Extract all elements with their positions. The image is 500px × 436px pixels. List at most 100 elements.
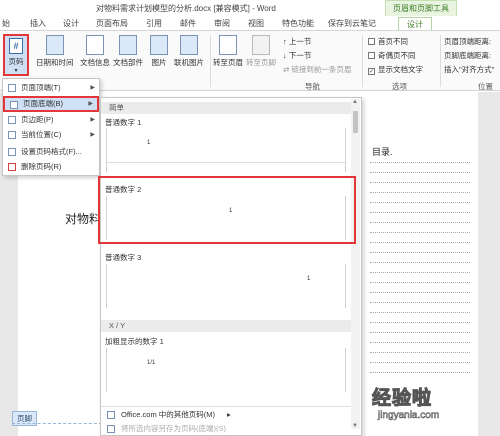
insert-align-label: 插入"对齐方式" xyxy=(444,65,495,74)
menu-item-current-position[interactable]: 当前位置(C) ▶ xyxy=(3,128,99,142)
tab-page-layout[interactable]: 页面布局 xyxy=(96,18,128,29)
toc-line xyxy=(370,272,470,273)
goto-header-label: 转至页眉 xyxy=(213,58,243,67)
page-number-gallery: 简单 普通数字 1 1 普通数字 2 1 普通数字 3 1 X / Y 加粗显示… xyxy=(100,97,363,436)
online-picture-button[interactable]: 联机图片 xyxy=(174,35,204,68)
menu-item-label: 页边距(P) xyxy=(21,115,54,124)
checkbox-checked-icon: ✓ xyxy=(368,68,375,75)
first-page-checkbox[interactable]: 首页不同 xyxy=(368,36,408,47)
page-number-label: 页码 xyxy=(8,57,24,66)
toc-line xyxy=(370,332,470,333)
header-top-label: 页眉顶端距离: xyxy=(444,37,492,46)
goto-footer-icon xyxy=(252,35,270,55)
page-number-icon: # xyxy=(9,38,23,54)
menu-item-format-page-numbers[interactable]: 设置页码格式(F)... xyxy=(3,145,99,159)
toc-line xyxy=(370,202,470,203)
doc-info-button[interactable]: 文档信息 xyxy=(80,35,110,68)
page-number-menu: 页面顶端(T) ▶ 页面底端(B) ▶ 页边距(P) ▶ 当前位置(C) ▶ 设… xyxy=(2,78,100,176)
prev-section-label: 上一节 xyxy=(288,37,312,46)
toc-line xyxy=(370,232,470,233)
next-section-button[interactable]: ↓ 下一节 xyxy=(283,50,311,61)
picture-label: 图片 xyxy=(151,58,167,67)
checkbox-icon xyxy=(368,38,375,45)
doc-info-icon xyxy=(86,35,104,55)
tab-header-footer-design[interactable]: 设计 xyxy=(398,17,432,30)
scroll-down-icon[interactable]: ▼ xyxy=(352,423,358,429)
tab-insert[interactable]: 插入 xyxy=(30,18,46,29)
gallery-section-xy: X / Y xyxy=(101,320,351,332)
odd-even-label: 奇偶页不同 xyxy=(378,51,416,60)
picture-button[interactable]: 图片 xyxy=(150,35,168,68)
odd-even-checkbox[interactable]: 奇偶页不同 xyxy=(368,50,416,61)
header-top-distance[interactable]: 页眉顶端距离: xyxy=(444,36,491,47)
page-number-mark: 1 xyxy=(147,140,151,146)
menu-item-remove-page-numbers[interactable]: 删除页码(R) xyxy=(3,160,99,174)
goto-header-icon xyxy=(219,35,237,55)
gallery-item-plain-number-1[interactable]: 1 xyxy=(106,128,346,172)
checkbox-icon xyxy=(368,52,375,59)
more-page-numbers-office-com[interactable]: Office.com 中的其他页码(M) ▸ xyxy=(101,408,361,421)
tab-design[interactable]: 设计 xyxy=(63,18,79,29)
tab-cloud-notes[interactable]: 保存到云笔记 xyxy=(328,18,376,29)
insert-align-tab-button[interactable]: 插入"对齐方式" xyxy=(444,64,494,75)
toc-line xyxy=(370,372,470,373)
toc-line xyxy=(370,192,470,193)
watermark: 经验啦 jingyanla.com xyxy=(371,383,439,422)
position-group-label: 位置 xyxy=(478,82,493,91)
date-time-button[interactable]: 日期和时间 xyxy=(36,35,74,68)
gallery-scrollbar[interactable]: ▲ ▼ xyxy=(351,99,360,429)
scroll-up-icon[interactable]: ▲ xyxy=(352,99,358,105)
link-previous-button[interactable]: ⇄ 链接到前一条页眉 xyxy=(283,64,351,75)
gallery-section-simple: 简单 xyxy=(101,102,351,114)
menu-item-label: 删除页码(R) xyxy=(21,162,62,171)
doc-parts-icon xyxy=(119,35,137,55)
page-bottom-icon xyxy=(10,101,18,109)
window-title: 对物料需求计划模型的分析.docx [兼容模式] - Word xyxy=(96,4,276,13)
tab-view[interactable]: 视图 xyxy=(248,18,264,29)
current-position-icon xyxy=(8,131,16,139)
first-page-label: 首页不同 xyxy=(378,37,408,46)
doc-parts-button[interactable]: 文档部件 xyxy=(113,35,143,68)
tab-home[interactable]: 始 xyxy=(2,18,10,29)
gallery-item-label: 普通数字 1 xyxy=(105,118,142,127)
gallery-item-bold-number-1[interactable]: 1/1 xyxy=(106,348,346,392)
page-number-button[interactable]: # 页码 ▾ xyxy=(3,34,29,76)
link-previous-label: 链接到前一条页眉 xyxy=(291,65,352,74)
chevron-right-icon: ▶ xyxy=(88,101,93,107)
toc-line xyxy=(370,242,470,243)
prev-section-button[interactable]: ↑ 上一节 xyxy=(283,36,311,47)
toc-title: 目录. xyxy=(372,147,393,157)
goto-footer-button[interactable]: 转至页脚 xyxy=(246,35,276,68)
gallery-item-label: 加粗显示的数字 1 xyxy=(105,337,164,346)
menu-item-bottom-of-page[interactable]: 页面底端(B) ▶ xyxy=(3,96,99,112)
show-text-checkbox[interactable]: ✓ 显示文档文字 xyxy=(368,64,423,75)
footer-bottom-distance[interactable]: 页脚底端距离: xyxy=(444,50,491,61)
goto-header-button[interactable]: 转至页眉 xyxy=(213,35,243,68)
tab-references[interactable]: 引用 xyxy=(146,18,162,29)
menu-item-top-of-page[interactable]: 页面顶端(T) ▶ xyxy=(3,81,99,95)
page-number-mark: 1/1 xyxy=(147,360,156,366)
thumb-divider xyxy=(107,162,345,163)
tab-review[interactable]: 审阅 xyxy=(214,18,230,29)
tab-features[interactable]: 特色功能 xyxy=(282,18,314,29)
ribbon-divider xyxy=(440,35,441,87)
toc-line xyxy=(370,252,470,253)
chevron-down-icon: ▾ xyxy=(14,68,18,74)
calendar-icon xyxy=(45,35,64,55)
tab-mailings[interactable]: 邮件 xyxy=(180,18,196,29)
toc-line xyxy=(370,262,470,263)
menu-item-page-margins[interactable]: 页边距(P) ▶ xyxy=(3,113,99,127)
scrollbar-thumb[interactable] xyxy=(353,111,358,133)
toc-line xyxy=(370,212,470,213)
more-page-numbers-label: Office.com 中的其他页码(M) xyxy=(121,410,216,419)
highlight-box xyxy=(98,176,356,244)
gallery-item-plain-number-3[interactable]: 1 xyxy=(106,264,346,308)
menu-item-label: 页面顶端(T) xyxy=(21,83,61,92)
save-selection-as-page-number[interactable]: 将所选内容另存为页码(底端)(S) xyxy=(101,422,361,435)
toc-line xyxy=(370,322,470,323)
document-heading: 对物料 xyxy=(65,212,102,226)
save-selection-label: 将所选内容另存为页码(底端)(S) xyxy=(121,424,226,433)
online-picture-label: 联机图片 xyxy=(174,58,204,67)
toc-line xyxy=(370,302,470,303)
next-section-label: 下一节 xyxy=(288,51,312,60)
